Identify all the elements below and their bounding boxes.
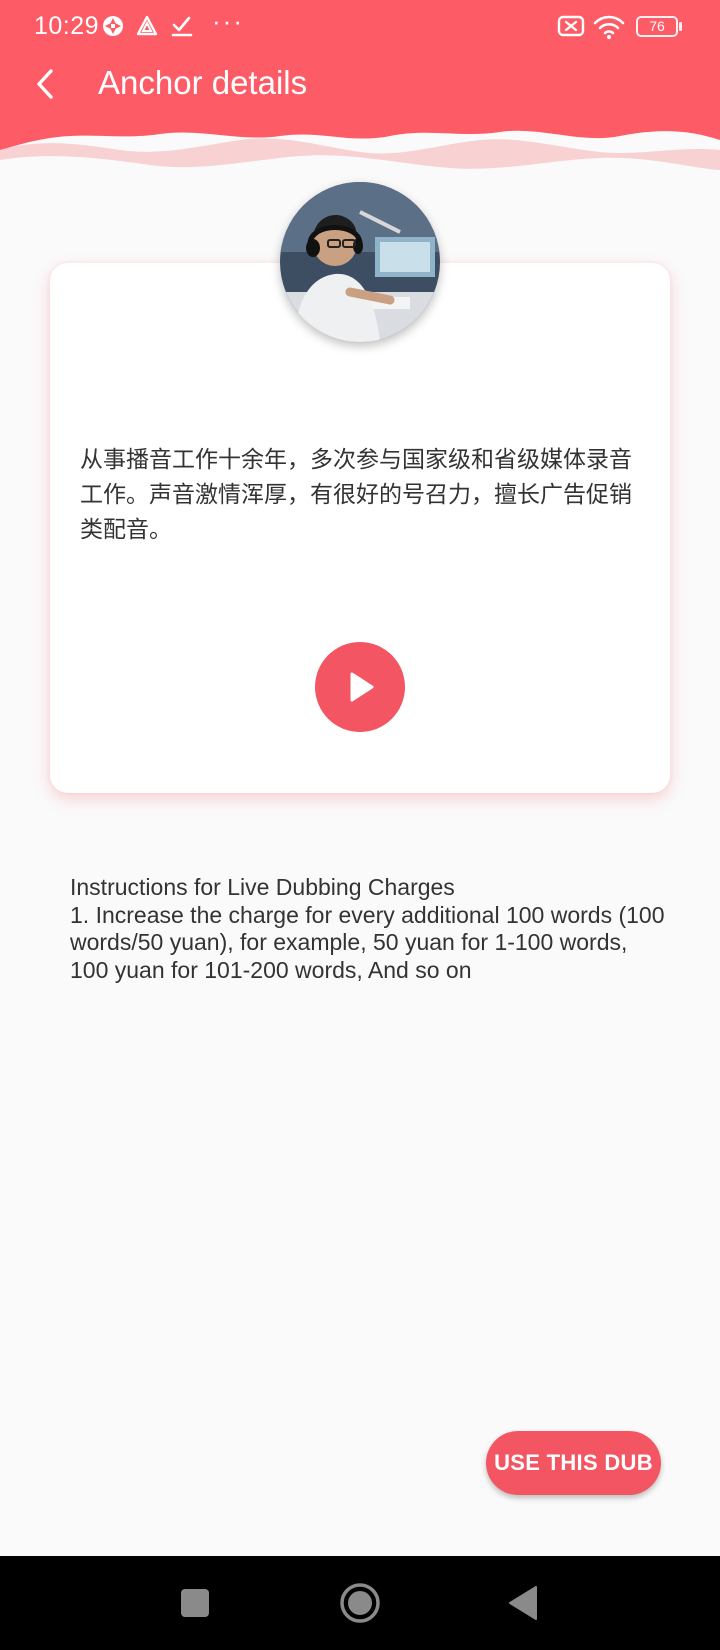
delta-icon <box>136 15 158 36</box>
sim-off-icon <box>557 15 585 37</box>
battery-icon: 76 <box>636 16 678 37</box>
home-button[interactable] <box>312 1556 408 1650</box>
system-back-button[interactable] <box>475 1556 571 1650</box>
anchor-card: 从事播音工作十余年，多次参与国家级和省级媒体录音工作。声音激情浑厚，有很好的号召… <box>50 263 670 793</box>
anchor-avatar <box>280 182 440 342</box>
circle-icon <box>340 1583 380 1623</box>
play-icon <box>350 672 374 702</box>
sync-icon <box>103 16 123 36</box>
chevron-left-icon <box>37 69 53 99</box>
use-this-dub-button[interactable]: USE THIS DUB <box>486 1431 661 1495</box>
play-sample-button[interactable] <box>315 642 405 732</box>
page-title: Anchor details <box>98 64 308 101</box>
battery-tip <box>679 22 682 31</box>
status-bar: 10:29 ··· 76 <box>0 0 720 56</box>
recents-button[interactable] <box>147 1556 243 1650</box>
status-time: 10:29 <box>34 12 100 40</box>
more-notifications-indicator: ··· <box>212 6 244 36</box>
screen: 10:29 ··· 76 Anchor details 从事播音工作十余年，多次… <box>0 0 720 1650</box>
square-icon <box>181 1589 209 1617</box>
avatar-photo <box>280 182 440 342</box>
anchor-bio: 从事播音工作十余年，多次参与国家级和省级媒体录音工作。声音激情浑厚，有很好的号召… <box>80 447 632 543</box>
back-button[interactable] <box>20 58 72 110</box>
check-icon <box>171 16 193 37</box>
triangle-back-icon <box>509 1586 537 1620</box>
dubbing-charges-instructions: Instructions for Live Dubbing Charges 1.… <box>70 874 670 984</box>
app-bar: Anchor details <box>0 56 720 112</box>
instructions-body: 1. Increase the charge for every additio… <box>70 901 665 983</box>
instructions-title: Instructions for Live Dubbing Charges <box>70 874 455 900</box>
header: 10:29 ··· 76 Anchor details <box>0 0 720 175</box>
system-navigation-bar <box>0 1556 720 1650</box>
wifi-icon <box>593 15 625 39</box>
